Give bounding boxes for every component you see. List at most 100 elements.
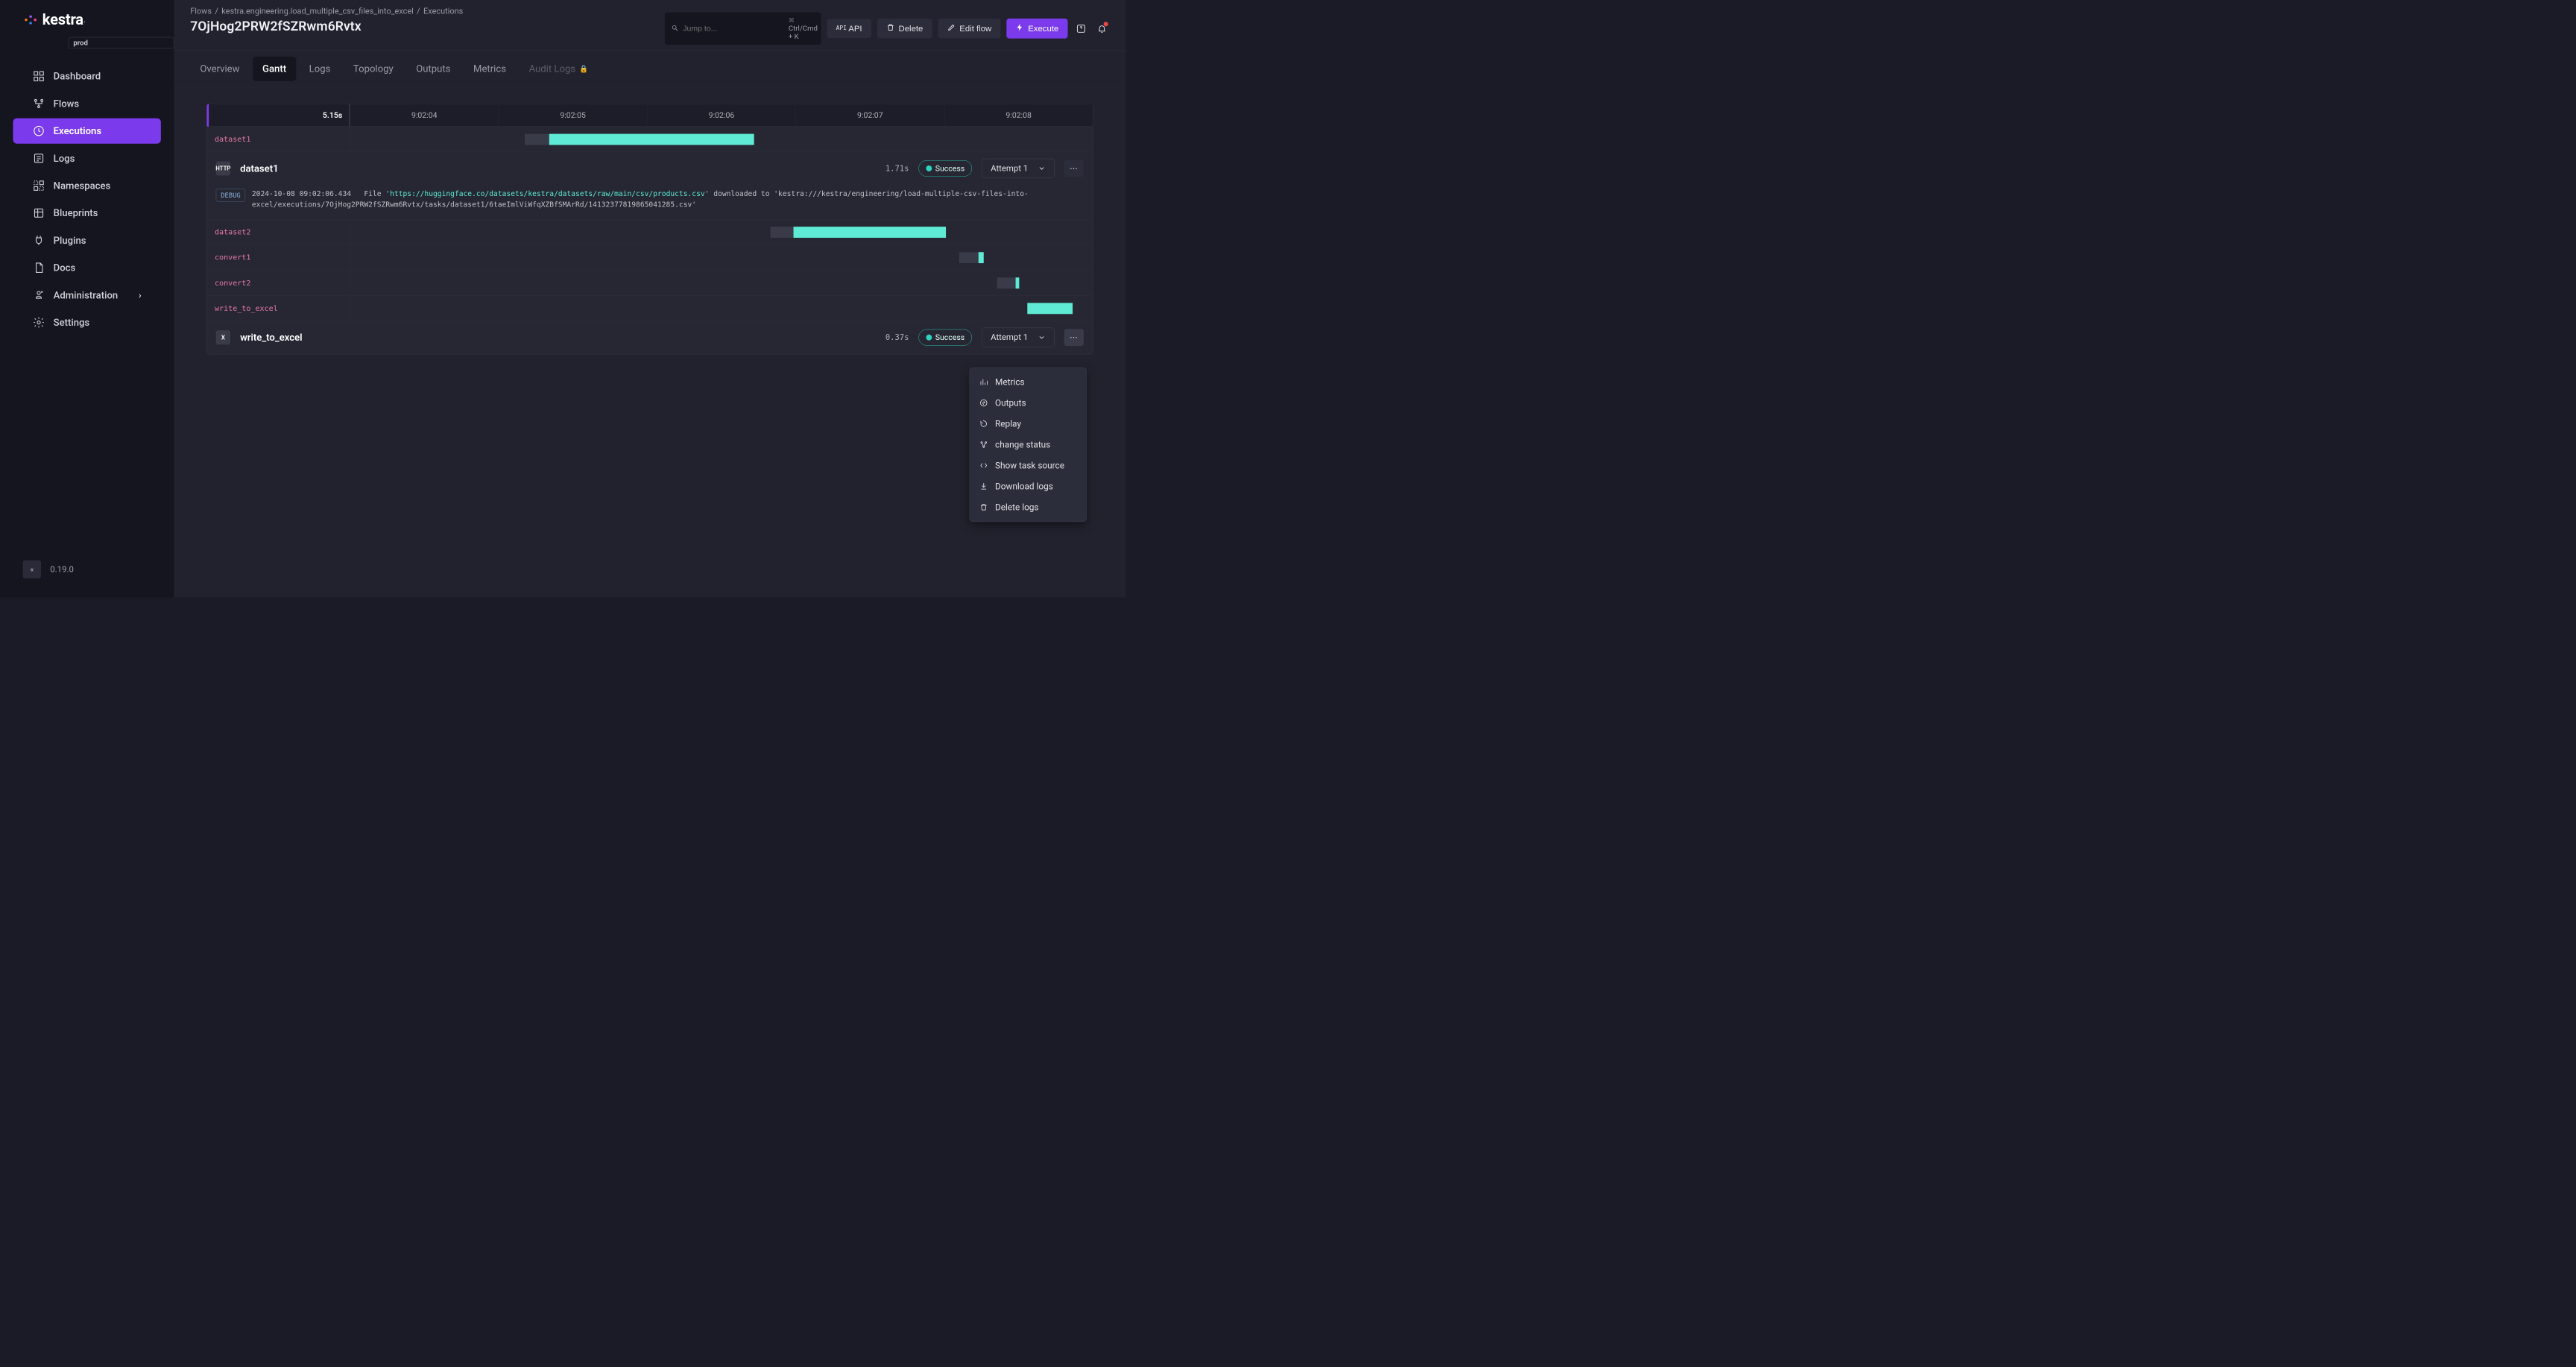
gantt-ticks: 9:02:049:02:059:02:069:02:079:02:08 xyxy=(350,104,1093,126)
tab-audit-logs: Audit Logs🔒 xyxy=(519,57,598,81)
jump-input[interactable] xyxy=(683,24,783,33)
attempt-select[interactable]: Attempt 1 xyxy=(982,159,1054,178)
api-button[interactable]: APIAPI xyxy=(827,19,871,38)
task-type-icon: X xyxy=(216,330,230,344)
execution-id: 7OjHog2PRW2fSZRwm6Rvtx xyxy=(190,19,665,34)
tabs: Overview GanttLogs Topology Outputs MetricsA… xyxy=(174,51,1126,87)
edit-flow-button[interactable]: Edit flow xyxy=(938,19,1000,39)
logo-text: kestra xyxy=(42,11,83,29)
jump-to[interactable]: Ctrl/Cmd + K xyxy=(665,13,821,45)
gantt-bar-pending xyxy=(771,227,794,238)
sidebar-item-plugins[interactable]: Plugins xyxy=(13,227,160,253)
sidebar-item-label: Dashboard xyxy=(54,71,101,82)
api-icon: API xyxy=(836,25,845,33)
sidebar-item-label: Executions xyxy=(54,125,101,136)
sidebar-item-label: Flows xyxy=(54,98,79,109)
gantt-row-label: convert2 xyxy=(206,271,350,296)
menu-item-outputs[interactable]: Outputs xyxy=(970,393,1086,414)
menu-item-download-logs[interactable]: Download logs xyxy=(970,476,1086,496)
breadcrumb-link[interactable]: Flows xyxy=(190,7,212,16)
log-level-badge: DEBUG xyxy=(216,189,245,201)
task-type-icon: HTTP xyxy=(216,161,230,175)
tab-gantt[interactable]: Gantt xyxy=(253,57,296,81)
version-label: 0.19.0 xyxy=(50,564,74,574)
breadcrumb-link[interactable]: Executions xyxy=(423,7,463,16)
search-icon xyxy=(672,25,679,33)
help-button[interactable] xyxy=(1073,21,1088,36)
menu-item-show-task-source[interactable]: Show task source xyxy=(970,455,1086,476)
collapse-sidebar-button[interactable]: « xyxy=(23,561,41,578)
sidebar-item-administration[interactable]: Administration› xyxy=(13,282,160,308)
log-line: DEBUG2024-10-08 09:02:06.434 File 'https… xyxy=(216,189,1084,210)
menu-item-label: Metrics xyxy=(995,377,1025,388)
blueprints-icon xyxy=(33,206,45,219)
gantt-bar-pending xyxy=(525,134,549,145)
gantt-bars xyxy=(350,271,1093,296)
tab-outputs[interactable]: Outputs xyxy=(406,57,460,81)
breadcrumb: Flows/kestra.engineering.load_multiple_c… xyxy=(190,7,665,16)
sidebar-item-label: Logs xyxy=(54,153,75,164)
flows-icon xyxy=(33,98,45,110)
tab-topology[interactable]: Topology xyxy=(344,57,403,81)
menu-item-icon xyxy=(979,377,988,387)
gantt-row-write_to_excel[interactable]: write_to_excel xyxy=(206,296,1093,321)
menu-item-icon xyxy=(979,440,988,449)
tab-label: Outputs xyxy=(416,63,450,75)
menu-item-delete-logs[interactable]: Delete logs xyxy=(970,496,1086,517)
gantt-bars xyxy=(350,245,1093,271)
task-more-button[interactable]: ⋯ xyxy=(1064,160,1084,177)
menu-item-label: Download logs xyxy=(995,481,1053,491)
execute-button[interactable]: Execute xyxy=(1006,19,1067,39)
gantt-tick: 9:02:06 xyxy=(647,104,795,126)
menu-item-label: Delete logs xyxy=(995,502,1038,512)
check-icon xyxy=(926,165,932,171)
sidebar-item-settings[interactable]: Settings xyxy=(13,310,160,335)
sidebar-item-blueprints[interactable]: Blueprints xyxy=(13,201,160,226)
log-url[interactable]: https://huggingface.co/datasets/kestra/d… xyxy=(390,190,705,198)
administration-icon xyxy=(33,289,45,302)
sidebar-item-label: Administration xyxy=(54,289,119,300)
tab-metrics[interactable]: Metrics xyxy=(464,57,516,81)
gantt-row-label: dataset2 xyxy=(206,220,350,245)
breadcrumb-link[interactable]: kestra.engineering.load_multiple_csv_fil… xyxy=(221,7,414,16)
sidebar-item-docs[interactable]: Docs xyxy=(13,255,160,280)
gantt-row-dataset2[interactable]: dataset2 xyxy=(206,220,1093,245)
menu-item-label: change status xyxy=(995,440,1050,450)
nav: Dashboard Flows Executions Logs Namespaces Bl… xyxy=(0,62,174,338)
gantt-bar-running xyxy=(794,227,946,238)
sidebar-item-executions[interactable]: Executions xyxy=(13,119,160,144)
gantt-row-label: write_to_excel xyxy=(206,296,350,321)
tab-overview[interactable]: Overview xyxy=(190,57,249,81)
attempt-select[interactable]: Attempt 1 xyxy=(982,328,1054,347)
menu-item-metrics[interactable]: Metrics xyxy=(970,372,1086,393)
sidebar-item-flows[interactable]: Flows xyxy=(13,91,160,116)
tab-label: Topology xyxy=(353,63,394,75)
menu-item-change-status[interactable]: change status xyxy=(970,435,1086,455)
gantt-bar-running xyxy=(1027,303,1073,314)
chevron-down-icon xyxy=(1038,165,1045,172)
menu-item-replay[interactable]: Replay xyxy=(970,414,1086,435)
sidebar-item-logs[interactable]: Logs xyxy=(13,145,160,171)
check-icon xyxy=(926,335,932,341)
docs-icon xyxy=(33,262,45,274)
sidebar: kestra. prod DashboardFlowsExecutionsLog… xyxy=(0,0,174,597)
task-more-button[interactable]: ⋯ xyxy=(1064,329,1084,346)
task-title: write_to_excel xyxy=(240,332,302,343)
menu-item-label: Show task source xyxy=(995,460,1064,470)
gantt-row-label: dataset1 xyxy=(206,127,350,152)
gantt-row-convert2[interactable]: convert2 xyxy=(206,271,1093,296)
menu-item-label: Replay xyxy=(995,419,1021,429)
tab-label: Overview xyxy=(200,63,239,75)
chevron-down-icon xyxy=(1038,333,1045,341)
gantt-row-dataset1[interactable]: dataset1 xyxy=(206,127,1093,152)
delete-button[interactable]: Delete xyxy=(877,19,932,39)
notifications-button[interactable] xyxy=(1094,21,1109,36)
sidebar-item-label: Blueprints xyxy=(54,207,98,218)
tab-logs[interactable]: Logs xyxy=(300,57,341,81)
sidebar-item-dashboard[interactable]: Dashboard xyxy=(13,63,160,89)
topbar: Flows/kestra.engineering.load_multiple_c… xyxy=(174,0,1126,51)
sidebar-item-namespaces[interactable]: Namespaces xyxy=(13,173,160,198)
gantt-row-convert1[interactable]: convert1 xyxy=(206,245,1093,271)
gantt-bar-pending xyxy=(997,277,1016,288)
logo: kestra. xyxy=(0,11,174,35)
